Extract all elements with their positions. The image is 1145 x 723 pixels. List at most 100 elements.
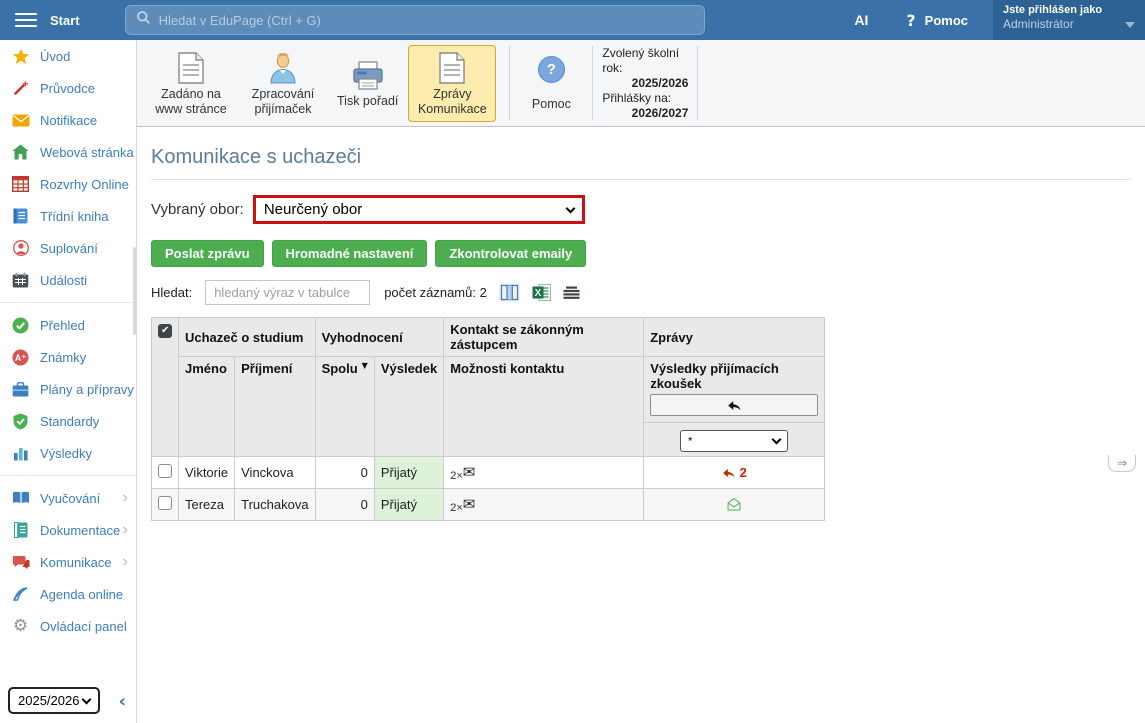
svg-text:X: X: [534, 288, 541, 299]
ribbon-button-tisk-poradi[interactable]: Tisk pořadí: [331, 52, 404, 114]
envelope-icon[interactable]: ✉: [463, 495, 476, 513]
header-divider: [644, 422, 824, 423]
sidebar-item-vysledky[interactable]: Výsledky: [0, 437, 136, 469]
timetable-grid-icon: [11, 175, 30, 193]
messages-filter-select[interactable]: *: [680, 430, 788, 452]
last-name-cell: Vinckova: [235, 457, 315, 489]
first-name-cell: Tereza: [179, 489, 235, 521]
shield-icon: [11, 412, 30, 430]
column-header-exam-results: Výsledky přijímacích zkoušek *: [644, 357, 825, 457]
search-placeholder: Hledat v EduPage (Ctrl + G): [159, 13, 321, 28]
ribbon-button-zadano-na-www[interactable]: Zadáno na www stránce: [147, 45, 235, 122]
sidebar-item-suplovani[interactable]: Suplování: [0, 232, 136, 264]
ai-button[interactable]: AI: [854, 12, 868, 28]
user-account-dropdown[interactable]: Jste přihlášen jako Administrátor: [993, 0, 1145, 40]
ribbon-separator: [509, 46, 510, 120]
chat-icon: [11, 553, 30, 571]
global-search-input[interactable]: Hledat v EduPage (Ctrl + G): [125, 5, 705, 35]
chevron-right-icon: ›: [123, 490, 128, 506]
column-header-contact-options[interactable]: Možnosti kontaktu: [444, 357, 644, 457]
wand-icon: [11, 79, 30, 97]
chosen-year-value: 2025/2026: [602, 76, 688, 91]
contact-options-cell[interactable]: 2×✉: [444, 457, 644, 489]
sidebar-item-pruvodce[interactable]: Průvodce: [0, 72, 136, 104]
calendar-icon: [11, 271, 30, 289]
column-header-result[interactable]: Výsledek: [374, 357, 443, 457]
select-all-checkbox[interactable]: [158, 324, 172, 338]
bulk-settings-button[interactable]: Hromadné nastavení: [272, 240, 428, 267]
sidebar-item-udalosti[interactable]: Události: [0, 264, 136, 296]
group-header-messages: Zprávy: [644, 318, 825, 357]
excel-export-icon[interactable]: X: [532, 284, 551, 301]
ribbon-separator: [697, 46, 698, 120]
sidebar-item-prehled[interactable]: Přehled: [0, 309, 136, 341]
field-select[interactable]: Neurčený obor: [253, 195, 585, 224]
briefcase-icon: [11, 380, 30, 398]
start-button[interactable]: Start: [50, 13, 80, 28]
reply-arrow-icon: [727, 399, 742, 412]
columns-icon[interactable]: [499, 283, 520, 302]
row-checkbox[interactable]: [158, 496, 172, 510]
sidebar-item-rozvrhy-online[interactable]: Rozvrhy Online: [0, 168, 136, 200]
title-divider: [151, 179, 1131, 180]
chevron-down-icon: [1125, 22, 1135, 28]
sidebar-item-ovladaci-panel[interactable]: ⚙ Ovládací panel: [0, 610, 136, 642]
envelope-icon: [11, 111, 30, 129]
sidebar-item-notifikace[interactable]: Notifikace: [0, 104, 136, 136]
sort-descending-icon: ▼: [362, 361, 368, 370]
sidebar-item-standardy[interactable]: Standardy: [0, 405, 136, 437]
page-icon: [414, 51, 490, 87]
row-checkbox[interactable]: [158, 464, 172, 478]
chevron-right-icon: ›: [123, 522, 128, 538]
column-header-first-name[interactable]: Jméno: [179, 357, 235, 457]
table-search-input[interactable]: [205, 280, 370, 305]
menu-hamburger-icon[interactable]: [15, 9, 37, 31]
sidebar: Úvod Průvodce Notifikace Webová stránka …: [0, 40, 137, 723]
side-panel-toggle-button[interactable]: ⇒: [1108, 455, 1136, 472]
send-message-button[interactable]: Poslat zprávu: [151, 240, 264, 267]
school-year-select[interactable]: 2025/2026: [8, 687, 100, 714]
sidebar-item-uvod[interactable]: Úvod: [0, 40, 136, 72]
classbook-icon: [11, 207, 30, 225]
messages-cell[interactable]: 2: [644, 457, 825, 489]
ribbon-button-zpravy-komunikace[interactable]: Zprávy Komunikace: [408, 45, 496, 122]
school-year-info: Zvolený školní rok: 2025/2026 Přihlášky …: [602, 46, 688, 121]
ribbon-button-zpracovani-prijimacek[interactable]: Zpracování přijímaček: [239, 45, 327, 122]
page-title: Komunikace s uchazeči: [151, 146, 1145, 169]
help-icon[interactable]: ?: [906, 11, 915, 30]
page-icon: [153, 51, 229, 87]
list-view-icon[interactable]: [563, 286, 580, 300]
sidebar-separator: [0, 475, 136, 476]
result-cell: Přijatý: [374, 489, 443, 521]
sidebar-item-webova-stranka[interactable]: Webová stránka: [0, 136, 136, 168]
help-button[interactable]: Pomoc: [925, 13, 968, 28]
sidebar-item-komunikace[interactable]: Komunikace ›: [0, 546, 136, 578]
sidebar-item-znamky[interactable]: A⁺ Známky: [0, 341, 136, 373]
user-role: Administrátor: [1003, 17, 1135, 31]
sidebar-item-dokumentace[interactable]: Dokumentace ›: [0, 514, 136, 546]
last-name-cell: Truchakova: [235, 489, 315, 521]
sidebar-item-vyucovani[interactable]: Vyučování ›: [0, 482, 136, 514]
envelope-icon[interactable]: ✉: [463, 463, 476, 481]
applications-label: Přihlášky na:: [602, 91, 688, 106]
chevron-down-icon: [772, 435, 782, 445]
sidebar-scrollbar[interactable]: [133, 247, 136, 335]
sidebar-item-plany-a-pripravy[interactable]: Plány a přípravy: [0, 373, 136, 405]
check-emails-button[interactable]: Zkontrolovat emaily: [435, 240, 586, 267]
table-row[interactable]: Tereza Truchakova 0 Přijatý 2×✉: [152, 489, 825, 521]
sidebar-collapse-button[interactable]: ‹: [119, 693, 126, 711]
column-header-last-name[interactable]: Příjmení: [235, 357, 315, 457]
sidebar-item-tridni-kniha[interactable]: Třídní kniha: [0, 200, 136, 232]
result-cell: Přijatý: [374, 457, 443, 489]
bar-chart-icon: [11, 444, 30, 462]
svg-text:A⁺: A⁺: [15, 353, 26, 363]
sidebar-item-agenda-online[interactable]: Agenda online: [0, 578, 136, 610]
ribbon-help-button[interactable]: ? Pomoc: [519, 56, 583, 111]
chevron-down-icon: [82, 694, 92, 704]
messages-cell[interactable]: [644, 489, 825, 521]
column-header-total[interactable]: Spolu▼: [315, 357, 374, 457]
contact-options-cell[interactable]: 2×✉: [444, 489, 644, 521]
open-envelope-icon: [726, 497, 742, 512]
reply-all-button[interactable]: [650, 394, 818, 416]
table-row[interactable]: Viktorie Vinckova 0 Přijatý 2×✉ 2: [152, 457, 825, 489]
